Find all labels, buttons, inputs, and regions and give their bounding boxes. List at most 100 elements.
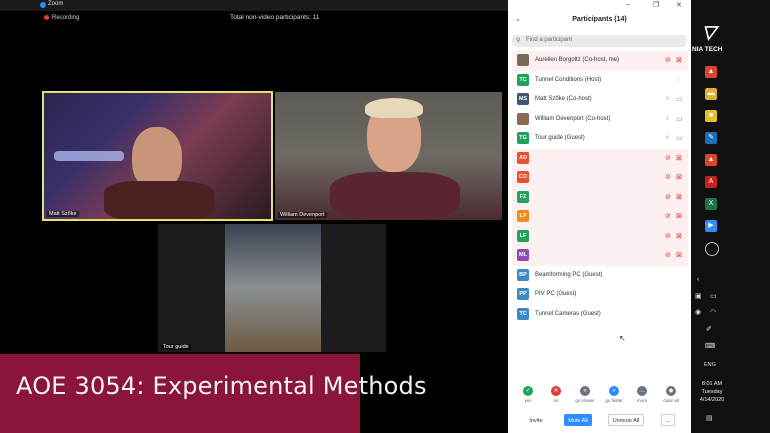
video-tile-tour-guide[interactable]: Tour guide [158,224,386,352]
feedback-no-button[interactable]: ✕ no [545,386,567,403]
participant-row[interactable]: TC Tunnel Cameras (Guest) [512,305,688,325]
participant-row[interactable]: FZ ⊘ ⊠ [512,187,688,207]
participants-title: Participants (14) [572,16,627,23]
maximize-button[interactable]: ❐ [653,1,659,9]
mic-icon[interactable]: ♁ [665,95,670,102]
participant-search-input[interactable]: ⚲ Find a participant [512,35,686,47]
wifi-icon[interactable]: ◠ [710,308,716,316]
notifications-icon[interactable]: ▤ [706,414,713,422]
participant-row[interactable]: BP Beamforming PC (Guest) [512,266,688,286]
feedback-icon: ◆ [666,386,676,396]
participant-avatar: ML [517,249,529,261]
zoom-icon[interactable]: ▶ [705,220,717,232]
video-icon[interactable]: ▭ [676,95,683,103]
participant-row[interactable]: William Devenport (Co-host) ♁ ▭ [512,110,688,130]
participant-row[interactable]: LP ⊘ ⊠ [512,207,688,227]
feedback-label: no [553,398,559,403]
participant-row[interactable]: PP PIV PC (Guest) [512,285,688,305]
participant-row[interactable]: CO ⊘ ⊠ [512,168,688,188]
feedback-yes-button[interactable]: ✓ yes [517,386,539,403]
participant-row[interactable]: TG Tour guide (Guest) ♁ ▭ [512,129,688,149]
language-indicator[interactable]: ENG [704,362,716,368]
video-off-icon[interactable]: ⊠ [676,193,682,201]
close-button[interactable]: ✕ [676,1,682,9]
participant-name: PIV PC (Guest) [535,291,577,297]
participant-row[interactable]: LF ⊘ ⊠ [512,226,688,246]
participant-avatar: TC [517,307,529,320]
video-icon[interactable]: ▭ [676,115,683,123]
participant-list: Aurelien Borgoltz (Co-host, me) ⊘ ⊠ TC Tunne… [512,51,688,324]
mic-icon[interactable]: ♁ [665,134,670,141]
app-icon[interactable]: ▲ [705,154,717,166]
mic-muted-icon[interactable]: ⊘ [665,193,671,201]
sticky-notes-icon[interactable]: ■ [705,110,717,122]
mic-muted-icon[interactable]: ⊘ [665,212,671,220]
mic-muted-icon[interactable]: ⊘ [665,154,671,162]
video-off-icon[interactable]: ⊠ [676,232,682,240]
participant-avatar: AD [517,151,529,164]
keyboard-icon[interactable]: ⌨ [705,342,715,350]
participant-avatar: PP [517,288,529,300]
feedback-label: go faster [605,398,623,403]
excel-icon[interactable]: X [705,198,717,210]
chevron-up-icon[interactable]: ‹ [697,276,699,283]
participant-name: William Devenport (Co-host) [535,115,611,122]
clock-date: 4/14/2020 [699,397,725,403]
feedback-clear-all-button[interactable]: ◆ clear all [660,386,682,403]
course-title: AOE 3054: Experimental Methods [16,372,427,400]
more-options-button[interactable]: ... [661,414,675,426]
feedback-more-button[interactable]: … more [631,386,653,403]
participant-row[interactable]: Aurelien Borgoltz (Co-host, me) ⊘ ⊠ [512,51,688,71]
mic-muted-icon[interactable]: ⊘ [665,232,671,240]
participant-body [104,181,214,219]
search-icon: ⚲ [516,38,521,44]
feedback-go-faster-button[interactable]: » go faster [603,386,625,403]
video-name-label: Matt Szőke [47,211,79,217]
participant-body [330,172,460,220]
taskbar-clock[interactable]: 8:01 AM Tuesday 4/14/2020 [693,380,731,404]
background-light [54,151,124,161]
video-off-icon[interactable]: ⊠ [676,212,682,220]
participant-avatar [517,112,529,125]
video-off-icon[interactable]: ⊠ [676,173,682,181]
video-off-icon[interactable]: ⊠ [676,56,682,64]
pen-icon[interactable]: ✐ [706,325,712,333]
participant-avatar: FZ [517,190,529,203]
battery-icon[interactable]: ▭ [710,292,717,300]
feedback-icon: « [580,386,590,396]
mute-all-button[interactable]: Mute All [564,414,592,426]
nonvideo-participants-count[interactable]: Total non-video participants: 11 [230,14,320,21]
folder-icon[interactable]: ▬ [705,88,717,100]
recording-indicator[interactable]: Recording [44,15,79,21]
clock-app-icon[interactable] [705,242,719,256]
participant-name: Matt Szőke (Co-host) [535,96,592,102]
mic-muted-icon[interactable]: ⊘ [665,173,671,181]
feedback-go-slower-button[interactable]: « go slower [574,386,596,403]
invite-button[interactable]: Invite [525,414,547,426]
zoom-title-bar: Zoom [0,0,508,11]
mic-muted-icon[interactable]: ⊘ [665,56,671,64]
app-icon[interactable]: ✎ [705,132,717,144]
app-icon[interactable]: ▲ [705,66,717,78]
unmute-all-button[interactable]: Unmute All [608,414,644,426]
video-off-icon[interactable]: ⊠ [676,251,682,259]
pdf-icon[interactable]: A [705,176,717,188]
feedback-icon: » [609,386,619,396]
participant-row[interactable]: AD ⊘ ⊠ [512,148,688,168]
participant-row[interactable]: ML ⊘ ⊠ [512,246,688,266]
video-tile-matt[interactable]: Matt Szőke [42,91,273,221]
mic-icon[interactable]: ♁ [665,115,670,122]
tray-icon[interactable]: ◉ [695,308,701,316]
feedback-label: clear all [663,398,679,403]
minimize-button[interactable]: – [626,1,630,8]
tray-icon[interactable]: ▣ [695,292,702,300]
mic-muted-icon[interactable]: ⊘ [665,251,671,259]
video-icon[interactable]: ▭ [676,134,683,142]
participant-row[interactable]: MS Matt Szőke (Co-host) ♁ ▭ [512,90,688,110]
participant-row[interactable]: TC Tunnel Conditions (Host) ◌ [512,71,688,91]
video-off-icon[interactable]: ⊠ [676,154,682,162]
record-dot-icon [44,15,49,20]
window-title: Zoom [48,1,64,7]
video-icon[interactable]: ◌ [676,76,680,83]
video-tile-william[interactable]: William Devenport [275,92,502,220]
